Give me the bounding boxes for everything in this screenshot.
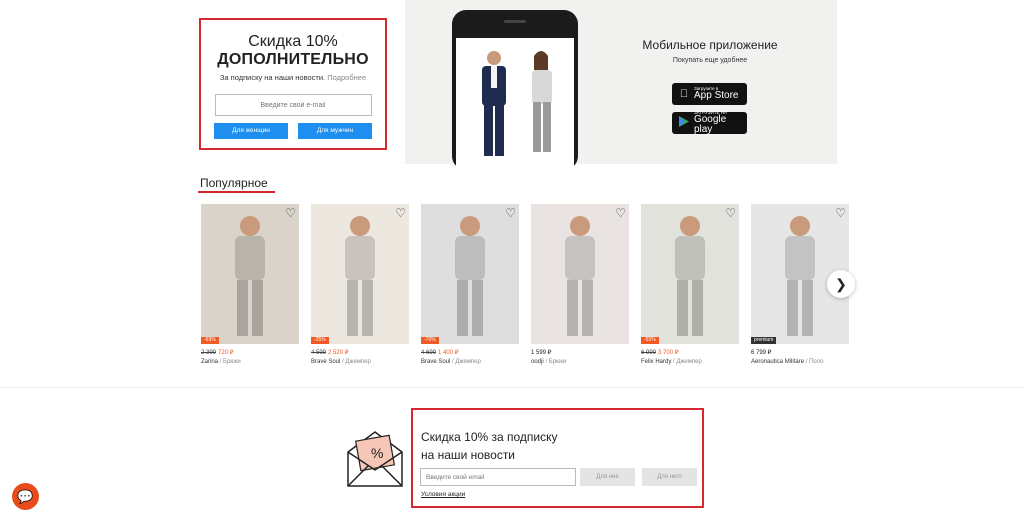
product-brand: Brave Soul [311,359,341,365]
discount-badge: -55% [641,337,659,344]
heart-icon[interactable]: ♡ [725,206,736,220]
heart-icon[interactable]: ♡ [285,206,296,220]
product-category: Джемпер [345,359,371,365]
promo-subscribe-box: Скидка 10% ДОПОЛНИТЕЛЬНО За подписку на … [199,18,387,150]
phone-screen-models-image [456,38,574,174]
envelope-percent-icon: % [346,430,404,493]
app-store-label: Загрузите в App Store [694,86,739,102]
promo-email-input[interactable] [214,94,372,116]
svg-text:%: % [371,445,383,461]
product-category: Брюки [548,359,567,365]
heart-icon[interactable]: ♡ [395,206,406,220]
product-price: 6 799 ₽ [751,349,849,356]
product-image[interactable]: ♡ -69% [201,204,299,344]
product-brand-line[interactable]: Brave Soul / Джемпер [421,359,519,365]
regular-price: 1 599 ₽ [531,350,552,356]
for-her-button[interactable]: Для нее [580,468,635,486]
discount-badge: premium [751,337,777,344]
product-brand: Brave Soul [421,359,451,365]
old-price: 4 699 [421,350,437,356]
product-brand-line[interactable]: Felix Hardy / Джемпер [641,359,739,365]
product-brand-line[interactable]: oodji / Брюки [531,359,629,365]
newsletter-subscribe-box: Скидка 10% за подписку на наши новости Д… [411,408,704,508]
promo-terms-link[interactable]: Условия акции [421,491,465,498]
sale-price: 1 400 ₽ [438,350,459,356]
product-category: Джемпер [676,359,702,365]
product-price: 2 399 720 ₽ [201,349,299,356]
newsletter-email-input[interactable] [420,468,576,486]
app-banner-title: Мобильное приложение [642,38,778,52]
apple-icon:  [678,88,690,100]
product-brand-line[interactable]: Zarina / Брюки [201,359,299,365]
product-category: Брюки [223,359,241,365]
google-play-big-text: Google play [693,114,727,136]
product-image[interactable]: ♡ [531,204,629,344]
google-play-icon [678,116,690,130]
product-brand: Felix Hardy [641,359,672,365]
product-brand: Zarina [201,359,219,365]
app-banner-subtitle: Покупать еще удобнее [672,57,748,64]
product-brand: oodji [531,359,544,365]
chevron-right-icon[interactable]: ❯ [827,270,855,298]
promo-title-strong: ДОПОЛНИТЕЛЬНО [217,51,369,68]
product-card[interactable]: ♡ -70% 4 699 1 400 ₽ Brave Soul / Джемпер [421,204,519,365]
sale-price: 3 700 ₽ [658,350,679,356]
old-price: 6 999 [641,350,657,356]
product-card[interactable]: ♡ -35% 4 599 2 520 ₽ Brave Soul / Джемпер [311,204,409,365]
promo-title: Скидка 10% [248,33,338,50]
discount-badge: -69% [201,337,219,344]
heart-icon[interactable]: ♡ [835,206,846,220]
product-price: 1 599 ₽ [531,349,629,356]
product-price: 4 699 1 400 ₽ [421,349,519,356]
section-divider [0,387,1024,388]
for-men-button[interactable]: Для мужчин [298,123,372,139]
app-store-big-text: App Store [694,90,739,102]
regular-price: 6 799 ₽ [751,350,772,356]
chat-icon[interactable]: 💬 [12,483,39,510]
product-card[interactable]: ♡ -69% 2 399 720 ₽ Zarina / Брюки [201,204,299,365]
product-figure [675,216,705,336]
product-price: 4 599 2 520 ₽ [311,349,409,356]
heart-icon[interactable]: ♡ [505,206,516,220]
product-figure [235,216,265,336]
discount-badge: -70% [421,337,439,344]
product-card[interactable]: ♡ 1 599 ₽ oodji / Брюки [531,204,629,365]
product-image[interactable]: ♡ -55% [641,204,739,344]
product-card[interactable]: ♡ -55% 6 999 3 700 ₽ Felix Hardy / Джемпер [641,204,739,365]
app-store-button[interactable]:  Загрузите в App Store [672,83,747,105]
product-price: 6 999 3 700 ₽ [641,349,739,356]
product-figure [345,216,375,336]
product-figure [565,216,595,336]
product-brand-line[interactable]: Brave Soul / Джемпер [311,359,409,365]
promo-subtitle: За подписку на наши новости. Подробнее [201,73,385,82]
newsletter-title: Скидка 10% за подписку на наши новости [421,428,621,464]
sale-price: 720 ₽ [218,350,234,356]
product-image[interactable]: ♡ -35% [311,204,409,344]
discount-badge: -35% [311,337,329,344]
for-women-button[interactable]: Для женщин [214,123,288,139]
product-brand: Aeronautica Militare [751,359,805,365]
newsletter-title-line2: на наши новости [421,448,516,462]
phone-speaker [504,20,526,23]
product-figure [455,216,485,336]
popular-title-underline [198,191,275,193]
google-play-label: ЗАГРУЗИТЕ НА Google play [693,110,747,136]
product-image[interactable]: ♡ -70% [421,204,519,344]
popular-section-title: Популярное [200,176,268,190]
product-brand-line[interactable]: Aeronautica Militare / Поло [751,359,849,365]
product-category: Джемпер [455,359,481,365]
promo-more-link[interactable]: Подробнее [327,73,366,82]
google-play-button[interactable]: ЗАГРУЗИТЕ НА Google play [672,110,747,136]
promo-subtitle-text: За подписку на наши новости. [219,73,326,82]
newsletter-title-line1: Скидка 10% за подписку [421,430,558,444]
old-price: 4 599 [311,350,327,356]
heart-icon[interactable]: ♡ [615,206,626,220]
old-price: 2 399 [201,350,217,356]
for-him-button[interactable]: Для него [642,468,697,486]
promo-buttons: Для женщин Для мужчин [214,123,372,139]
phone-screen [456,38,574,174]
sale-price: 2 520 ₽ [328,350,349,356]
phone-mockup [452,10,578,174]
product-category: Поло [809,359,824,365]
